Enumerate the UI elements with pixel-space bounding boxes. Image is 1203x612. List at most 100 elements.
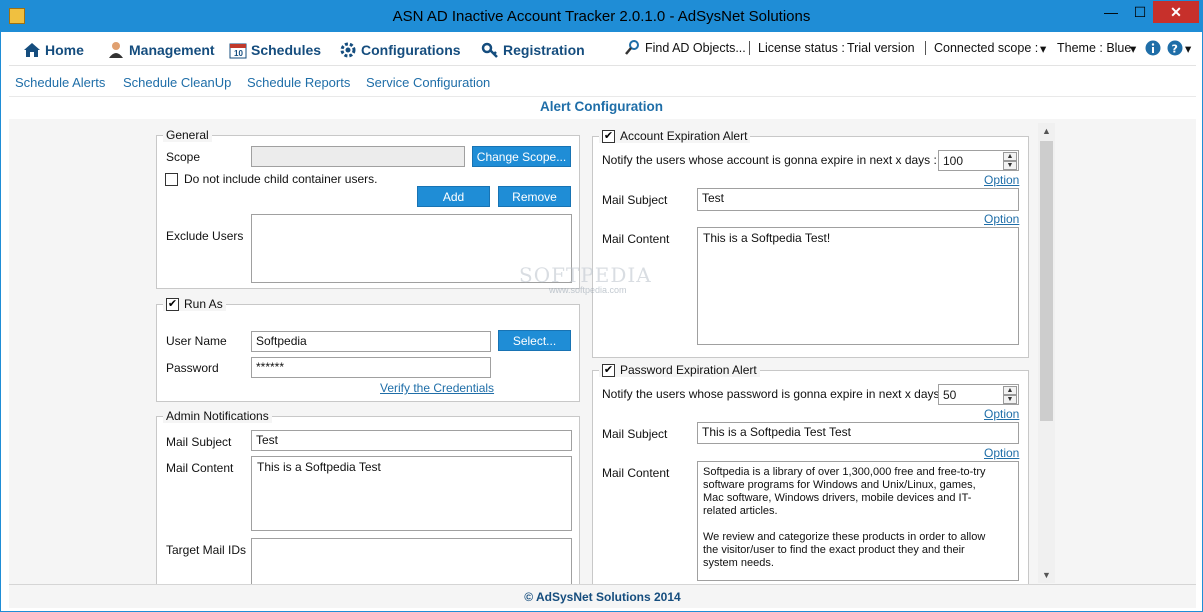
account-days-value: 100 [943, 154, 964, 168]
scroll-thumb[interactable] [1040, 141, 1053, 421]
change-scope-button[interactable]: Change Scope... [472, 146, 571, 167]
account-days-stepper[interactable]: 100 ▲ ▼ [938, 150, 1019, 171]
admin-mail-subject-field[interactable]: Test [251, 430, 572, 451]
license-status-label: License status : [758, 41, 845, 55]
account-mail-content-field[interactable]: This is a Softpedia Test! [697, 227, 1019, 345]
menu-registration[interactable]: Registration [481, 41, 585, 59]
account-mail-subject-field[interactable]: Test [697, 188, 1019, 211]
run-as-label: Run As [184, 297, 223, 311]
key-icon [481, 42, 498, 58]
footer-copyright: © AdSysNet Solutions 2014 [9, 584, 1196, 608]
remove-button[interactable]: Remove [498, 186, 571, 207]
password-mail-content-label: Mail Content [602, 466, 670, 480]
svg-text:?: ? [1172, 43, 1178, 56]
child-container-option[interactable]: Do not include child container users. [165, 172, 377, 186]
scope-field[interactable] [251, 146, 465, 167]
select-user-button[interactable]: Select... [498, 330, 571, 351]
connected-scope-label: Connected scope : [934, 41, 1039, 55]
softpedia-watermark: SOFTPEDIA [519, 263, 652, 287]
account-expiration-title[interactable]: ✔ Account Expiration Alert [599, 129, 751, 143]
menu-registration-label: Registration [503, 42, 585, 58]
password-expiration-title[interactable]: ✔ Password Expiration Alert [599, 363, 760, 377]
main-menu: Home Management 10 Schedules Configurati… [9, 32, 1196, 66]
menu-schedules[interactable]: 10 Schedules [229, 41, 321, 59]
account-option-link[interactable]: Option [984, 173, 1019, 187]
stepper-down-icon[interactable]: ▼ [1003, 395, 1017, 404]
account-mail-content-label: Mail Content [602, 232, 670, 246]
menu-schedules-label: Schedules [251, 42, 322, 58]
tab-schedule-reports[interactable]: Schedule Reports [247, 75, 350, 90]
tab-schedule-cleanup[interactable]: Schedule CleanUp [123, 75, 231, 90]
password-mail-subject-field[interactable]: This is a Softpedia Test Test [697, 422, 1019, 444]
account-expiration-checkbox[interactable]: ✔ [602, 129, 615, 143]
user-name-field[interactable]: Softpedia [251, 331, 491, 352]
menu-configurations-label: Configurations [361, 42, 461, 58]
alert-configuration-panel: General Scope Change Scope... Do not inc… [9, 119, 1196, 584]
account-expiration-group: ✔ Account Expiration Alert Notify the us… [592, 129, 1029, 358]
password-mail-content-field[interactable]: Softpedia is a library of over 1,300,000… [697, 461, 1019, 581]
account-notify-label: Notify the users whose account is gonna … [602, 153, 937, 167]
stepper-up-icon[interactable]: ▲ [1003, 386, 1017, 395]
account-subject-option-link[interactable]: Option [984, 212, 1019, 226]
theme-dropdown[interactable]: Theme : Blue [1057, 41, 1131, 55]
info-icon[interactable] [1145, 40, 1161, 56]
run-as-checkbox[interactable]: ✔ [166, 297, 179, 311]
admin-notifications-group: Admin Notifications Mail Subject Test Ma… [156, 409, 580, 584]
admin-mail-subject-label: Mail Subject [166, 435, 232, 449]
password-expiration-checkbox[interactable]: ✔ [602, 363, 615, 377]
add-button[interactable]: Add [417, 186, 490, 207]
connected-scope-dropdown[interactable]: ▾ [1040, 41, 1046, 56]
menu-management[interactable]: Management [107, 41, 215, 59]
child-container-checkbox[interactable] [165, 172, 178, 186]
find-ad-objects[interactable]: Find AD Objects... [645, 41, 746, 55]
close-button[interactable]: ✕ [1153, 1, 1199, 23]
verify-credentials-link[interactable]: Verify the Credentials [380, 381, 494, 395]
admin-notifications-title: Admin Notifications [163, 409, 272, 423]
admin-mail-content-label: Mail Content [166, 461, 234, 475]
account-expiration-label: Account Expiration Alert [620, 129, 748, 143]
minimize-button[interactable]: — [1097, 1, 1125, 23]
password-field[interactable]: ****** [251, 357, 491, 378]
calendar-icon: 10 [229, 43, 247, 59]
exclude-users-label: Exclude Users [166, 229, 244, 243]
vertical-scrollbar[interactable]: ▲ ▼ [1038, 123, 1055, 583]
child-container-label: Do not include child container users. [184, 172, 378, 186]
svg-text:10: 10 [234, 49, 243, 58]
password-label: Password [166, 361, 219, 375]
password-days-stepper[interactable]: 50 ▲ ▼ [938, 384, 1019, 405]
gear-icon [340, 42, 356, 58]
account-mail-subject-label: Mail Subject [602, 193, 668, 207]
password-subject-option-link[interactable]: Option [984, 446, 1019, 460]
target-mail-ids-label: Target Mail IDs [166, 543, 247, 557]
password-mail-subject-label: Mail Subject [602, 427, 668, 441]
window-title: ASN AD Inactive Account Tracker 2.0.1.0 … [392, 8, 811, 25]
theme-dropdown-caret[interactable]: ▾ [1130, 41, 1136, 56]
run-as-group: ✔ Run As User Name Softpedia Select... P… [156, 297, 580, 402]
menu-home-label: Home [45, 42, 84, 58]
help-icon[interactable]: ? [1167, 40, 1183, 56]
password-option-link[interactable]: Option [984, 407, 1019, 421]
menu-divider [749, 41, 750, 55]
schedule-tabs: Schedule Alerts Schedule CleanUp Schedul… [9, 67, 1196, 97]
general-group: General Scope Change Scope... Do not inc… [156, 128, 580, 289]
admin-mail-content-field[interactable]: This is a Softpedia Test [251, 456, 572, 531]
home-icon [24, 43, 40, 57]
help-dropdown-caret[interactable]: ▾ [1185, 41, 1191, 56]
run-as-group-title[interactable]: ✔ Run As [163, 297, 226, 311]
password-expiration-group: ✔ Password Expiration Alert Notify the u… [592, 363, 1029, 584]
scroll-down-icon[interactable]: ▼ [1038, 567, 1055, 583]
scroll-up-icon[interactable]: ▲ [1038, 123, 1055, 139]
password-expiration-label: Password Expiration Alert [620, 363, 757, 377]
find-icon [625, 40, 639, 55]
license-status-value: Trial version [847, 41, 915, 55]
menu-home[interactable]: Home [23, 41, 84, 59]
menu-configurations[interactable]: Configurations [339, 41, 461, 59]
tab-schedule-alerts[interactable]: Schedule Alerts [15, 75, 105, 90]
password-notify-label: Notify the users whose password is gonna… [602, 387, 947, 401]
stepper-down-icon[interactable]: ▼ [1003, 161, 1017, 170]
stepper-up-icon[interactable]: ▲ [1003, 152, 1017, 161]
tab-service-configuration[interactable]: Service Configuration [366, 75, 490, 90]
page-title: Alert Configuration [540, 99, 663, 114]
target-mail-ids-field[interactable] [251, 538, 572, 584]
maximize-button[interactable]: ☐ [1126, 1, 1154, 23]
